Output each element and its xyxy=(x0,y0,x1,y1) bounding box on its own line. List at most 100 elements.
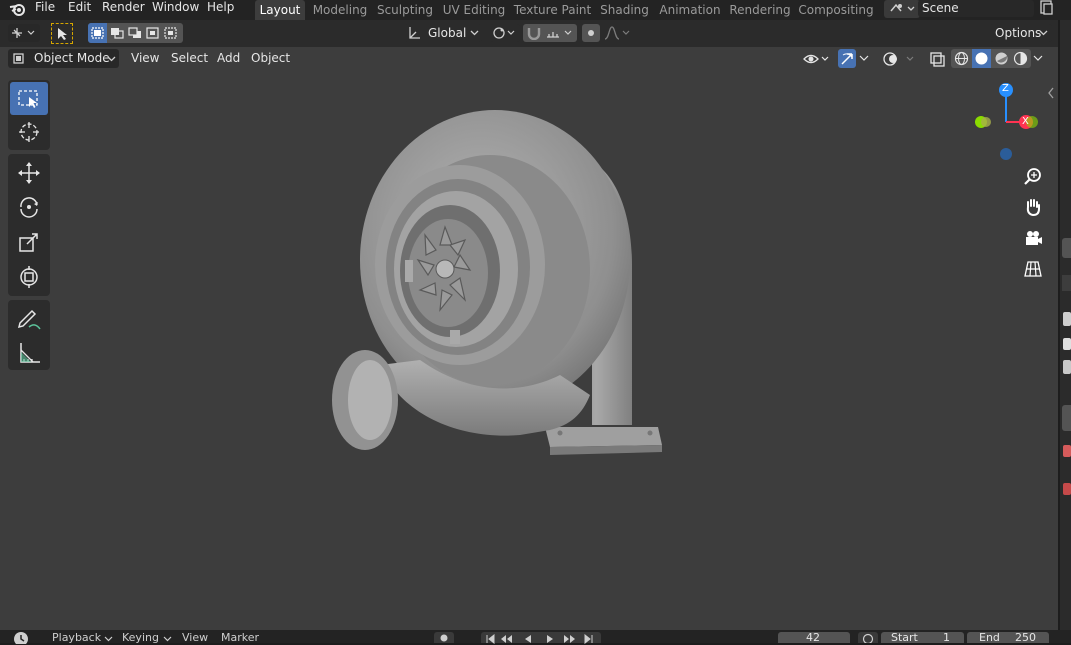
menu-file[interactable]: File xyxy=(35,0,55,20)
tab-compositing[interactable]: Compositing xyxy=(796,0,876,20)
tab-rendering[interactable]: Rendering xyxy=(728,0,792,20)
tab-modeling[interactable]: Modeling xyxy=(309,0,371,20)
editor-type-dropdown[interactable] xyxy=(8,24,40,42)
record-icon xyxy=(440,634,448,642)
gizmo-icon xyxy=(841,53,853,65)
sidebar-expand-icon[interactable] xyxy=(1046,86,1056,100)
material-shading-icon[interactable] xyxy=(994,51,1009,66)
visibility-eye-icon[interactable] xyxy=(802,50,832,68)
gizmo-x-label: X xyxy=(1022,116,1029,127)
timeline-editor-icon[interactable] xyxy=(12,631,40,644)
select-extend-icon[interactable] xyxy=(110,27,125,39)
tool-measure[interactable] xyxy=(10,336,48,369)
select-tool-button[interactable] xyxy=(51,23,73,44)
snap-increment-icon[interactable] xyxy=(545,26,575,40)
tool-transform[interactable] xyxy=(10,260,48,293)
tool-select-box[interactable] xyxy=(10,82,48,115)
tab-animation[interactable]: Animation xyxy=(656,0,724,20)
measure-ruler-icon xyxy=(20,342,40,363)
magnet-icon[interactable] xyxy=(526,26,542,40)
blender-logo-icon[interactable] xyxy=(9,1,27,17)
select-intersect-icon[interactable] xyxy=(164,27,179,39)
tab-texture-paint[interactable]: Texture Paint xyxy=(512,0,593,20)
use-preview-range-toggle[interactable] xyxy=(858,632,878,643)
solid-shading-button[interactable] xyxy=(972,49,991,68)
end-frame-field[interactable]: End 250 xyxy=(967,631,1049,644)
tab-shading[interactable]: Shading xyxy=(597,0,652,20)
move-icon xyxy=(18,161,40,184)
snapping-group xyxy=(523,24,577,42)
orientation-label: Global xyxy=(428,26,467,40)
scale-icon xyxy=(19,232,38,252)
proportional-editing-toggle[interactable] xyxy=(582,24,600,42)
playback-controls xyxy=(481,632,601,644)
select-new-button[interactable] xyxy=(88,23,107,43)
camera-icon xyxy=(1026,231,1042,245)
pivot-point-dropdown[interactable] xyxy=(490,24,520,42)
camera-view-button[interactable] xyxy=(1020,225,1046,251)
scene-name: Scene xyxy=(922,1,959,15)
gizmo-toggle-button[interactable] xyxy=(838,49,856,68)
annotate-pencil-icon xyxy=(17,309,41,329)
stopwatch-icon xyxy=(862,633,874,643)
tool-cursor[interactable] xyxy=(10,115,48,148)
properties-tab-icon[interactable] xyxy=(1063,360,1071,374)
auto-keying-toggle[interactable] xyxy=(434,632,454,643)
3d-cursor-icon xyxy=(19,121,39,142)
select-invert-icon[interactable] xyxy=(146,27,161,39)
menu-object[interactable]: Object xyxy=(251,49,290,67)
menu-add[interactable]: Add xyxy=(217,49,240,67)
wireframe-shading-icon[interactable] xyxy=(954,51,969,66)
chevron-down-icon[interactable] xyxy=(163,636,172,642)
menu-render[interactable]: Render xyxy=(102,0,145,20)
shading-mode-group xyxy=(951,49,1031,68)
transform-orientation-dropdown[interactable]: Global xyxy=(404,24,482,42)
chevron-down-icon[interactable] xyxy=(1033,55,1043,62)
properties-tab-icon[interactable] xyxy=(1063,445,1071,457)
object-mode-icon xyxy=(13,53,24,64)
start-frame-field[interactable]: Start 1 xyxy=(881,631,964,644)
options-label: Options xyxy=(995,26,1042,40)
menu-edit[interactable]: Edit xyxy=(68,0,91,20)
proportional-edit-icon xyxy=(588,30,594,36)
properties-tab-active[interactable] xyxy=(1062,405,1071,431)
properties-tab-icon[interactable] xyxy=(1063,312,1071,326)
tool-annotate[interactable] xyxy=(10,302,48,335)
menu-help[interactable]: Help xyxy=(207,0,234,20)
menu-view[interactable]: View xyxy=(131,49,159,67)
pivot-point-icon xyxy=(493,27,515,39)
tool-scale[interactable] xyxy=(10,225,48,258)
falloff-curve-icon[interactable] xyxy=(603,26,631,40)
scene-name-field[interactable]: Scene xyxy=(918,0,1034,17)
tab-layout[interactable]: Layout xyxy=(255,0,305,20)
tool-rotate[interactable] xyxy=(10,190,48,223)
select-subtract-icon[interactable] xyxy=(128,27,143,39)
properties-tab-icon[interactable] xyxy=(1063,338,1071,350)
new-scene-icon[interactable] xyxy=(1038,0,1054,16)
chevron-down-icon[interactable] xyxy=(104,636,113,642)
rendered-shading-icon[interactable] xyxy=(1013,51,1028,66)
zoom-button[interactable] xyxy=(1020,164,1046,190)
menu-window[interactable]: Window xyxy=(152,0,199,20)
scene-selector-button[interactable] xyxy=(884,0,920,18)
properties-tab[interactable] xyxy=(1062,275,1071,291)
tab-uv-editing[interactable]: UV Editing xyxy=(440,0,508,20)
xray-toggle-icon[interactable] xyxy=(928,50,946,68)
hand-pan-icon xyxy=(1026,199,1040,217)
tool-move[interactable] xyxy=(10,156,48,189)
perspective-toggle-button[interactable] xyxy=(1020,256,1046,282)
properties-tab-icon[interactable] xyxy=(1063,483,1071,495)
rotate-icon xyxy=(20,196,38,218)
options-dropdown[interactable]: Options xyxy=(990,24,1052,42)
turbocharger-model[interactable] xyxy=(320,95,680,465)
pan-button[interactable] xyxy=(1020,194,1046,220)
chevron-down-icon[interactable] xyxy=(859,55,869,62)
current-frame-field[interactable]: 42 xyxy=(778,631,850,644)
mode-dropdown[interactable]: Object Mode xyxy=(8,49,119,68)
gizmo-z-label: Z xyxy=(1002,83,1009,94)
overlays-icon[interactable] xyxy=(882,50,918,68)
move-axes-icon xyxy=(12,28,35,38)
properties-tab[interactable] xyxy=(1062,238,1071,258)
menu-select[interactable]: Select xyxy=(171,49,208,67)
tab-sculpting[interactable]: Sculpting xyxy=(374,0,436,20)
